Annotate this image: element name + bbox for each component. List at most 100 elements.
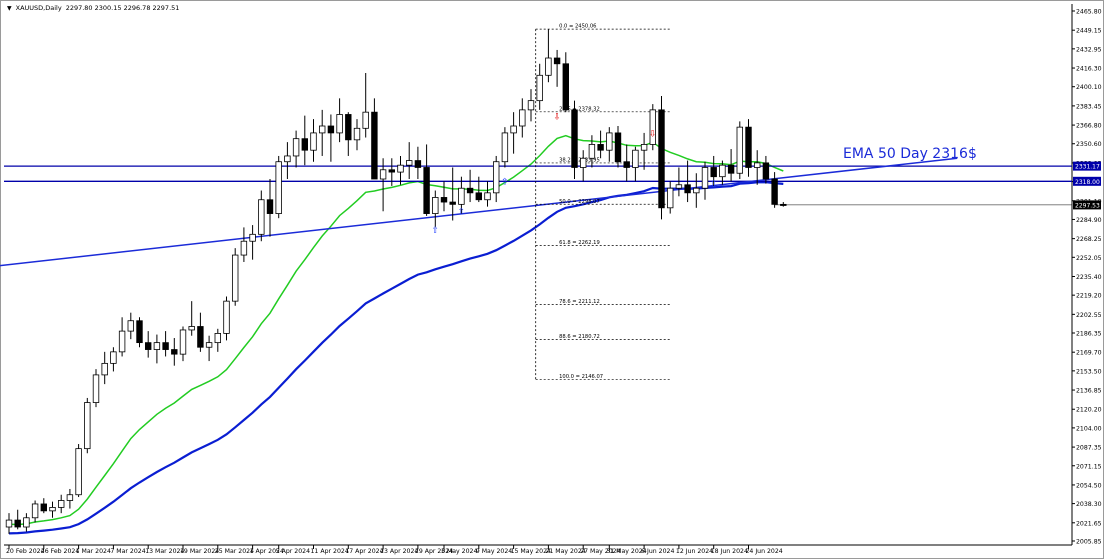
bull-candle	[458, 187, 465, 205]
bull-candle	[510, 125, 517, 134]
bull-candle	[110, 351, 117, 364]
ema-50-line	[8, 181, 784, 535]
bear-candle	[553, 57, 561, 65]
level-price-tag-label: 2331.17	[1075, 164, 1100, 171]
bull-candle	[606, 132, 613, 151]
current-price-tag-label: 2297.53	[1075, 202, 1100, 209]
bull-candle	[75, 448, 82, 496]
price-tick-label: 2219.20	[1076, 293, 1102, 300]
bull-candle	[275, 161, 282, 214]
bull-candle	[379, 169, 387, 180]
bear-candle	[597, 144, 604, 151]
time-tick-label: 11 Apr 2024	[311, 548, 349, 555]
bear-candle	[414, 160, 422, 168]
bear-candle	[136, 320, 143, 344]
time-tick-label: 18 Jun 2024	[711, 548, 748, 555]
price-tick-label: 2400.10	[1076, 84, 1102, 91]
bear-candle	[162, 342, 169, 350]
up-arrow-icon: ⇧	[710, 180, 718, 190]
time-tick-label: 3 May 2024	[441, 548, 477, 555]
bull-candle	[701, 167, 709, 189]
time-tick-label: 5 Apr 2024	[276, 548, 310, 555]
bull-candle	[92, 374, 100, 403]
up-arrow-icon: ⇧	[432, 226, 440, 236]
bull-candle	[223, 300, 230, 334]
price-tick-label: 2021.65	[1076, 520, 1102, 527]
bull-candle	[179, 329, 187, 355]
bull-candle	[545, 57, 552, 76]
fib-level-label: 78.6 = 2211.12	[559, 299, 600, 305]
price-tick-label: 2432.95	[1076, 46, 1102, 53]
bull-candle	[23, 517, 30, 528]
bear-candle	[345, 114, 352, 141]
up-arrow-icon: ⇧	[501, 177, 509, 187]
bull-candle	[318, 125, 326, 134]
fib-level-label: 100.0 = 2146.07	[559, 374, 603, 380]
rising-trendline	[0, 157, 958, 267]
price-tick-label: 2186.35	[1076, 331, 1102, 338]
bull-candle	[58, 500, 65, 508]
bull-candle	[527, 100, 535, 111]
bear-candle	[40, 503, 47, 512]
bull-candle	[484, 192, 491, 201]
candlestick-chart[interactable]: 2465.80 2449.15 2432.95 2416.30 2400.10 2383.…	[0, 0, 1104, 559]
time-tick-label: 20 Feb 2024	[6, 548, 45, 555]
bull-candle	[397, 164, 404, 173]
time-tick-label: 6 Jun 2024	[641, 548, 674, 555]
bear-candle	[710, 167, 717, 178]
bear-candle	[14, 519, 21, 528]
price-tick-label: 2071.15	[1076, 463, 1102, 470]
bear-candle	[371, 111, 378, 180]
level-price-tag-label: 2318.00	[1075, 179, 1100, 186]
bull-candle	[127, 320, 134, 332]
fib-level-label: 61.8 = 2262.19	[559, 240, 600, 246]
fib-level-label: 50.0 = 2298.07	[559, 199, 600, 205]
price-tick-label: 2350.60	[1076, 141, 1102, 148]
bull-candle	[205, 342, 213, 348]
price-tick-label: 2268.25	[1076, 236, 1102, 243]
bear-candle	[423, 167, 430, 214]
bull-candle	[5, 519, 13, 528]
bull-candle	[580, 157, 587, 168]
down-arrow-icon: ⇩	[553, 112, 561, 122]
fib-level-label: 88.6 = 2180.72	[559, 334, 600, 340]
bull-candle	[66, 494, 74, 501]
bull-candle	[231, 254, 239, 302]
bull-candle	[667, 187, 674, 209]
bear-candle	[171, 349, 178, 355]
bear-candle	[388, 169, 395, 173]
time-tick-label: 26 Feb 2024	[41, 548, 80, 555]
price-tick-label: 2153.50	[1076, 368, 1102, 375]
bull-candle	[153, 342, 161, 350]
bear-candle	[762, 162, 770, 180]
bear-candle	[562, 63, 569, 111]
bull-candle	[588, 144, 596, 159]
bull-candle	[84, 402, 91, 450]
price-tick-label: 2104.00	[1076, 425, 1102, 432]
price-tick-label: 2169.70	[1076, 350, 1102, 357]
time-tick-label: 1 Mar 2024	[76, 548, 111, 555]
bull-candle	[405, 160, 413, 166]
bull-candle	[362, 111, 369, 129]
bear-candle	[266, 199, 274, 214]
bull-candle	[353, 127, 361, 141]
time-tick-label: 23 Apr 2024	[380, 548, 418, 555]
bull-candle	[693, 187, 700, 194]
bull-candle	[492, 161, 500, 194]
bear-candle	[614, 132, 622, 163]
price-tick-label: 2054.50	[1076, 482, 1102, 489]
bull-candle	[310, 132, 317, 151]
bull-candle	[284, 155, 291, 163]
bull-candle	[632, 149, 639, 168]
bull-candle	[336, 114, 343, 134]
price-tick-label: 2465.80	[1076, 9, 1102, 16]
price-tick-label: 2252.05	[1076, 255, 1102, 262]
time-tick-label: 24 Jun 2024	[746, 548, 783, 555]
price-tick-label: 2136.85	[1076, 388, 1102, 395]
time-tick-label: 17 Apr 2024	[345, 548, 383, 555]
price-tick-label: 2202.55	[1076, 312, 1102, 319]
bear-candle	[658, 109, 665, 209]
time-tick-label: 9 May 2024	[476, 548, 512, 555]
bear-candle	[144, 342, 152, 350]
up-arrow-icon: ⇧	[458, 207, 466, 217]
